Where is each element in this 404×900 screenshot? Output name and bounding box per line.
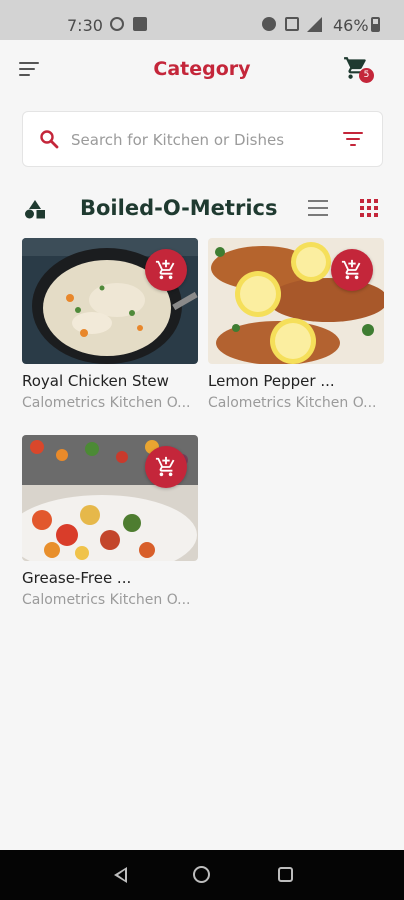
filter-icon[interactable]	[343, 132, 363, 146]
add-to-cart-icon	[155, 259, 175, 280]
product-name: Royal Chicken Stew	[22, 372, 169, 390]
battery-icon	[371, 17, 380, 32]
recents-icon[interactable]	[278, 867, 293, 882]
product-kitchen: Calometrics Kitchen O...	[208, 395, 377, 411]
add-to-cart-button[interactable]	[331, 249, 373, 291]
add-to-cart-icon	[341, 259, 361, 280]
home-icon[interactable]	[193, 866, 210, 883]
search-input[interactable]	[71, 125, 333, 155]
system-navigation-bar	[0, 850, 404, 900]
category-title: Boiled-O-Metrics	[80, 196, 278, 220]
category-header: Boiled-O-Metrics	[0, 190, 404, 230]
list-view-icon[interactable]	[308, 200, 328, 216]
cart-button[interactable]: 5	[343, 55, 375, 85]
status-time: 7:30	[67, 16, 103, 35]
app-bar: Category 5	[0, 40, 404, 102]
back-icon[interactable]	[114, 867, 127, 883]
category-shapes-icon	[25, 200, 45, 219]
whatsapp-notification-icon	[110, 17, 124, 31]
search-bar[interactable]	[22, 111, 383, 167]
battery-percent: 46%	[333, 16, 369, 35]
product-card[interactable]: Grease-Free ... Calometrics Kitchen O...	[22, 435, 198, 620]
product-name: Grease-Free ...	[22, 569, 132, 587]
product-kitchen: Calometrics Kitchen O...	[22, 395, 191, 411]
add-to-cart-button[interactable]	[145, 249, 187, 291]
add-to-cart-icon	[155, 456, 175, 477]
product-card[interactable]: Lemon Pepper ... Calometrics Kitchen O..…	[208, 238, 384, 423]
product-name: Lemon Pepper ...	[208, 372, 335, 390]
alarm-icon	[262, 17, 276, 31]
image-notification-icon	[133, 17, 147, 31]
search-icon	[40, 130, 59, 149]
signal-icon	[307, 17, 322, 32]
product-kitchen: Calometrics Kitchen O...	[22, 592, 191, 608]
status-bar: 7:30 46%	[0, 0, 404, 40]
cart-count-badge: 5	[359, 68, 374, 83]
grid-view-icon[interactable]	[360, 199, 378, 217]
product-card[interactable]: Royal Chicken Stew Calometrics Kitchen O…	[22, 238, 198, 423]
add-to-cart-button[interactable]	[145, 446, 187, 488]
vibrate-icon	[285, 17, 299, 31]
